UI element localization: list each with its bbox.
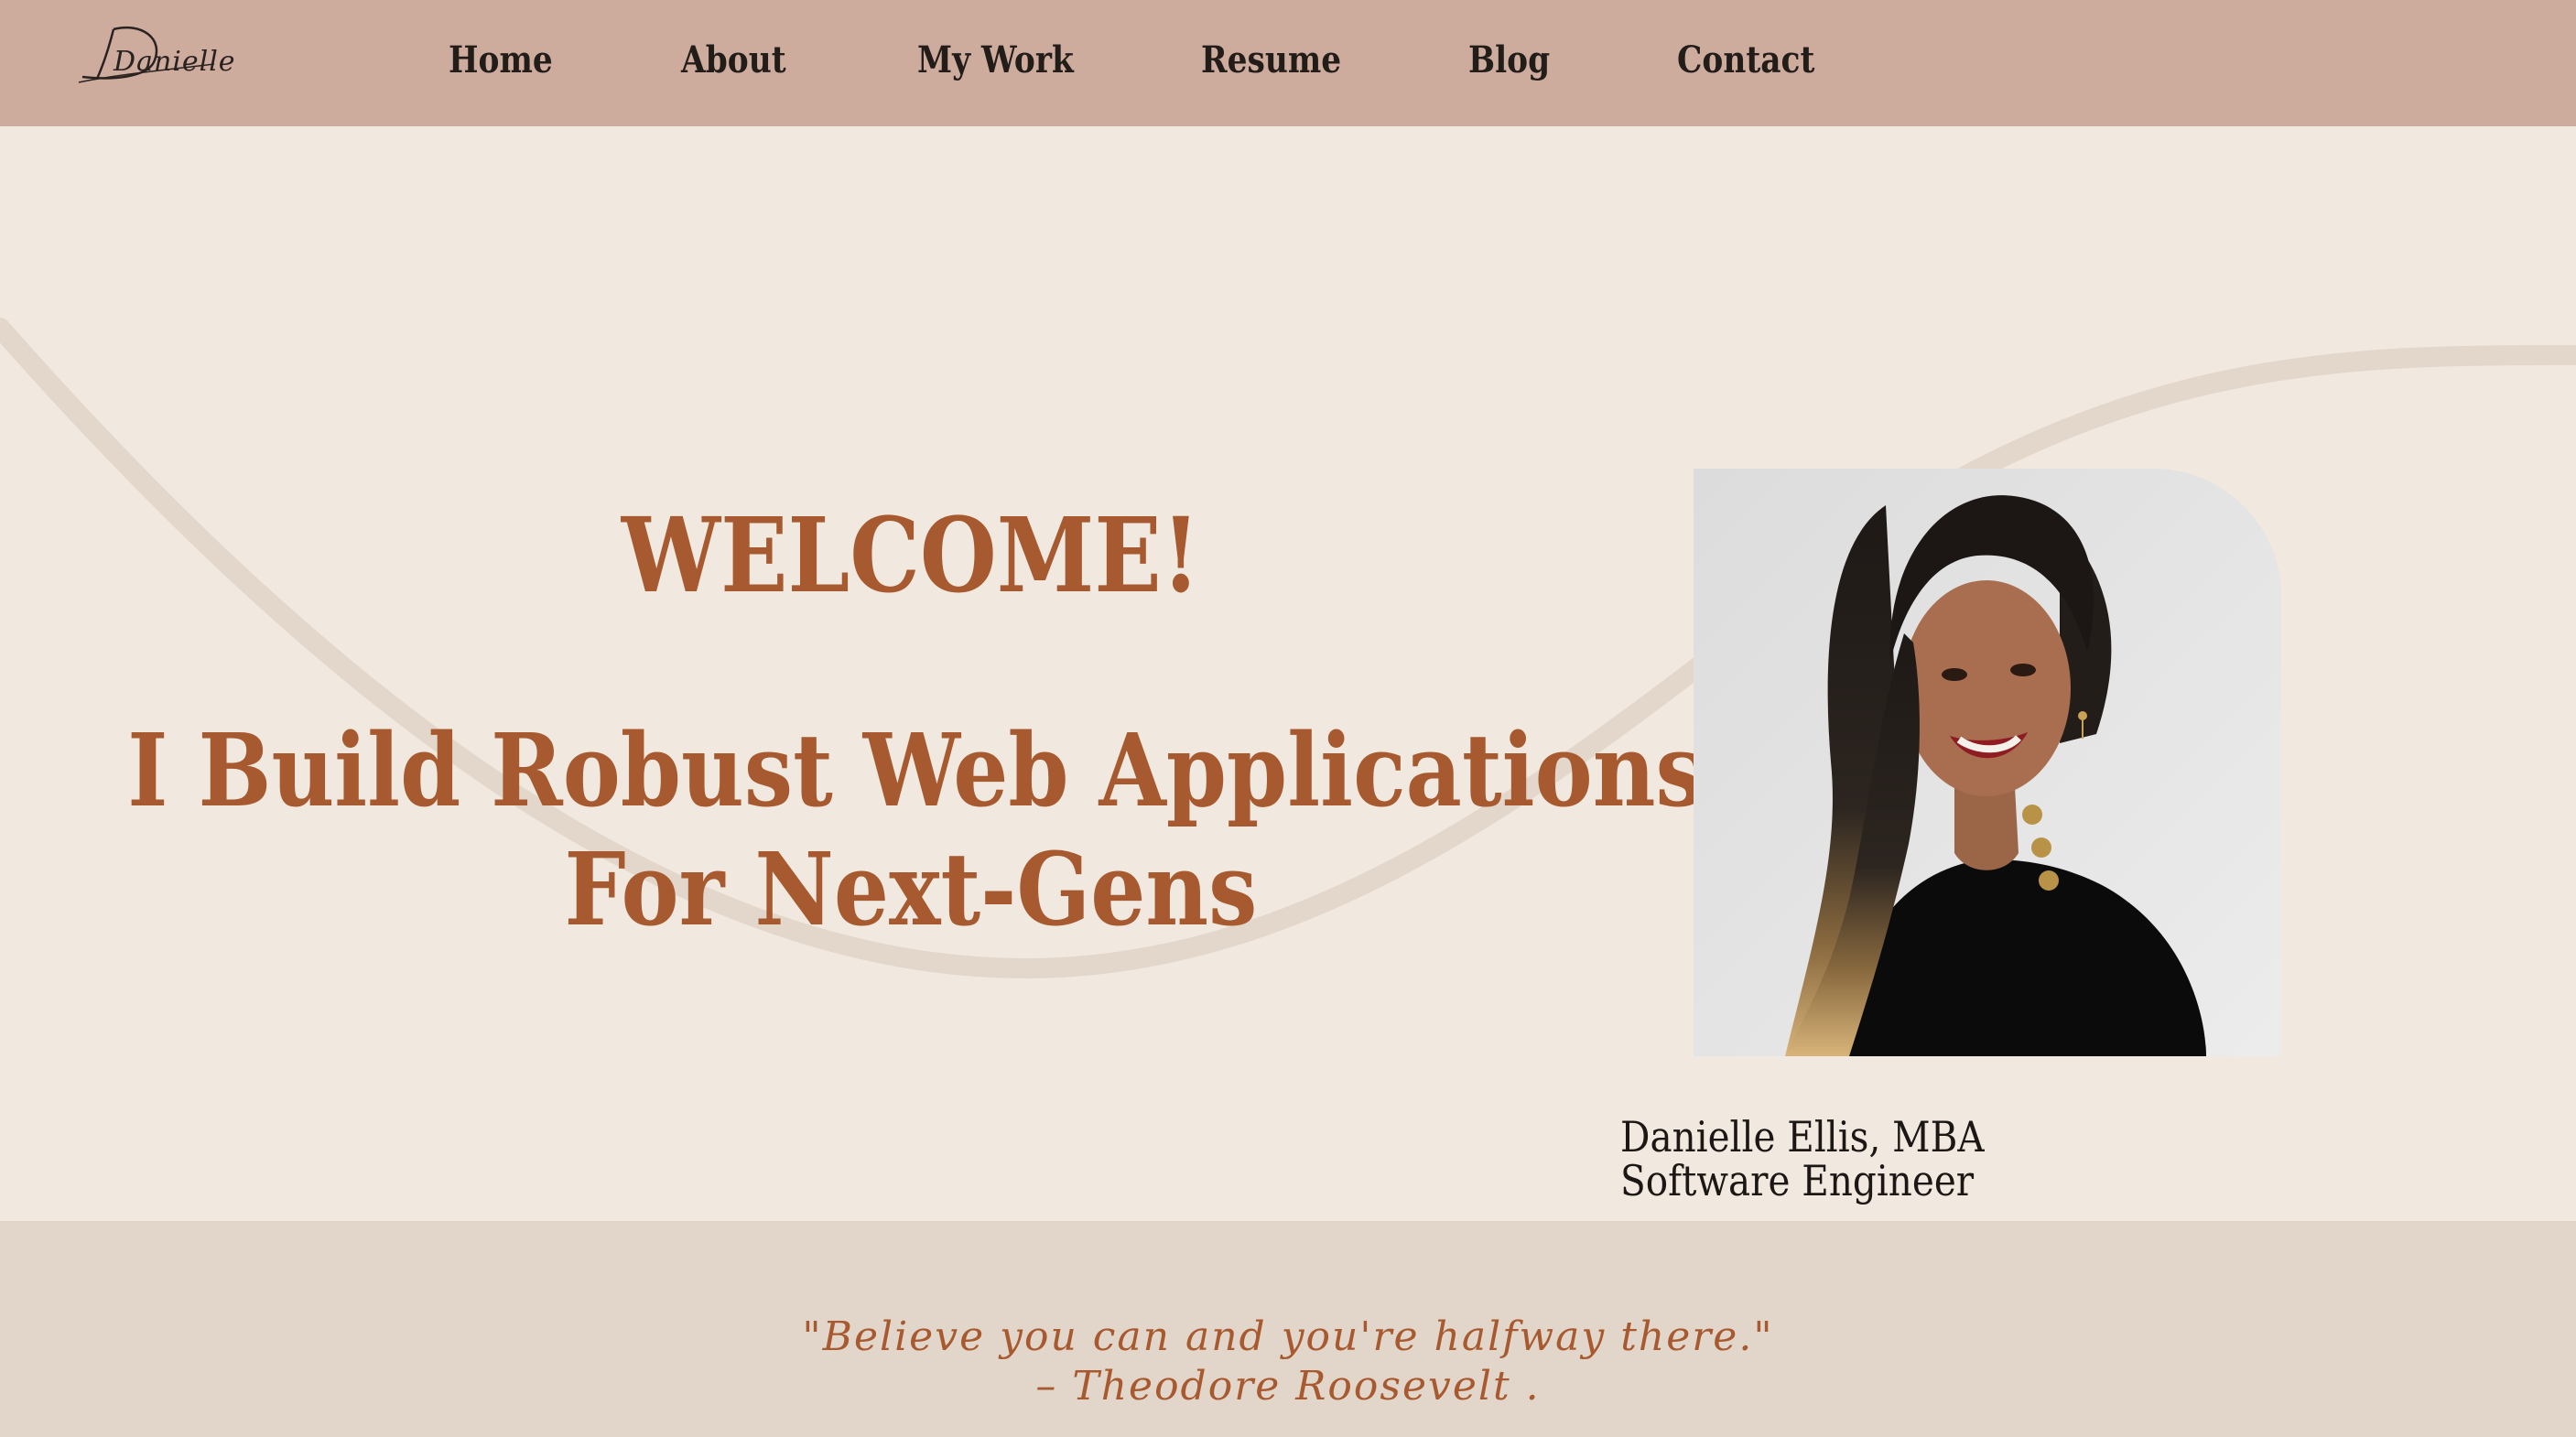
nav-contact[interactable]: Contact xyxy=(1677,33,1814,88)
site-header: Danielle Home About My Work Resume Blog … xyxy=(0,0,2576,126)
quote-block: "Believe you can and you're halfway ther… xyxy=(0,1313,2576,1411)
nav-resume[interactable]: Resume xyxy=(1201,33,1341,88)
quote-section: "Believe you can and you're halfway ther… xyxy=(0,1221,2576,1437)
quote-text: "Believe you can and you're halfway ther… xyxy=(802,1313,1774,1360)
welcome-heading: WELCOME! xyxy=(621,496,1201,617)
profile-name: Danielle Ellis, MBA xyxy=(1620,1112,1985,1161)
profile-photo xyxy=(1694,469,2281,1056)
profile-title: Software Engineer xyxy=(1620,1156,1975,1205)
page: Danielle Home About My Work Resume Blog … xyxy=(0,0,2576,1437)
nav-home[interactable]: Home xyxy=(449,33,553,88)
headline-line-1: I Build Robust Web Applications xyxy=(127,711,1705,830)
hero-section: WELCOME! I Build Robust Web Applications… xyxy=(0,126,2576,1221)
quote-author: – Theodore Roosevelt . xyxy=(1035,1363,1541,1410)
portrait-image xyxy=(1694,469,2281,1056)
logo-text: Danielle xyxy=(114,46,236,78)
profile-caption: Danielle Ellis, MBA Software Engineer xyxy=(1620,1115,1985,1203)
nav-blog[interactable]: Blog xyxy=(1468,33,1550,88)
headline-line-2: For Next-Gens xyxy=(564,830,1258,949)
nav-about[interactable]: About xyxy=(681,33,786,88)
nav-my-work[interactable]: My Work xyxy=(917,33,1074,88)
hero-headline: I Build Robust Web Applications For Next… xyxy=(127,711,1705,949)
logo-link[interactable]: Danielle xyxy=(77,16,235,90)
